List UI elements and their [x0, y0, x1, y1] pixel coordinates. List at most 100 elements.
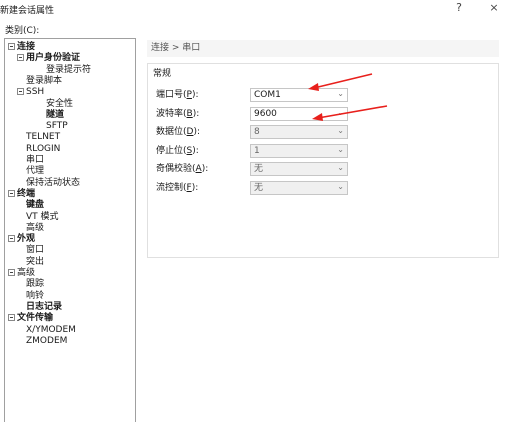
tree-item[interactable]: 窗口	[17, 244, 44, 256]
tree-item-label: 高级	[17, 268, 36, 278]
collapse-icon[interactable]	[17, 88, 24, 96]
title-bar: 新建会话属性 ? ×	[0, 0, 505, 18]
field-select: 8 ⌄	[250, 125, 348, 140]
field-select[interactable]: 9600 ⌄	[250, 106, 348, 121]
close-button[interactable]: ×	[487, 1, 501, 14]
tree-item-label: 代理	[26, 166, 45, 177]
tree-item[interactable]: 连接	[8, 41, 35, 53]
field-label-part: ):	[193, 127, 200, 138]
tree-item[interactable]: TELNET	[17, 131, 60, 143]
tree-item-label: 键盘	[26, 200, 45, 211]
chevron-down-icon: ⌄	[337, 182, 344, 191]
field-value: 1	[254, 145, 260, 156]
tree-item[interactable]: 终端	[8, 188, 35, 200]
collapse-icon[interactable]	[8, 269, 15, 276]
tree-item[interactable]: RLOGIN	[17, 143, 60, 155]
tree-item-label: 用户身份验证	[26, 53, 81, 64]
field-select: 无 ⌄	[250, 162, 348, 177]
field-value: COM1	[254, 90, 281, 100]
tree-item-label: 登录提示符	[46, 64, 92, 75]
chevron-down-icon: ⌄	[337, 89, 344, 98]
collapse-icon[interactable]	[8, 43, 15, 50]
window-title: 新建会话属性	[0, 6, 55, 16]
field-select: 无 ⌄	[250, 181, 348, 195]
tree-item[interactable]: SFTP	[37, 120, 68, 132]
tree-item-label: SSH	[26, 87, 45, 98]
tree-item[interactable]: 登录提示符	[37, 64, 91, 76]
chevron-down-icon: ⌄	[337, 144, 344, 154]
category-tree[interactable]: 连接 用户身份验证 登录提示符 登录脚本 SSH 安全性 隧道 SFTP TELNET RLOGI…	[4, 38, 136, 422]
collapse-icon[interactable]	[8, 235, 15, 243]
field-label: 数据位(D):	[156, 125, 200, 139]
tree-item[interactable]: SSH	[17, 86, 44, 98]
tree-item[interactable]: 串口	[17, 154, 44, 166]
tree-item-label: ZMODEM	[26, 335, 68, 346]
tree-item[interactable]: 日志记录	[17, 301, 62, 313]
field-label-part: 端口号(	[156, 90, 187, 100]
breadcrumb: 连接 > 串口	[147, 40, 499, 57]
field-label: 端口号(P):	[156, 88, 199, 102]
field-value: 8	[254, 127, 260, 138]
tree-item-label: RLOGIN	[26, 143, 61, 154]
field-select[interactable]: COM1 ⌄	[250, 88, 348, 102]
tree-item[interactable]: 键盘	[17, 199, 44, 211]
help-button[interactable]: ?	[452, 1, 466, 14]
tree-item-label: 响铃	[26, 290, 45, 301]
tree-item[interactable]: 代理	[17, 165, 44, 177]
tree-item[interactable]: 高级	[8, 267, 35, 279]
field-value: 无	[254, 164, 264, 175]
chevron-down-icon: ⌄	[337, 107, 344, 117]
tree-item[interactable]: VT 模式	[17, 211, 59, 223]
field-label-part: ):	[191, 90, 199, 100]
tree-item[interactable]: X/YMODEM	[17, 324, 76, 336]
tree-item[interactable]: 安全性	[37, 98, 73, 110]
tree-item[interactable]: 高级	[17, 222, 44, 234]
tree-item[interactable]: 外观	[8, 233, 35, 245]
tree-item-label: 外观	[17, 234, 36, 245]
tree-item[interactable]: 保持活动状态	[17, 177, 80, 189]
tree-item-label: TELNET	[26, 132, 61, 143]
tree-item[interactable]: 响铃	[17, 290, 44, 302]
field-label: 停止位(S):	[156, 144, 199, 158]
collapse-icon[interactable]	[8, 314, 15, 322]
tree-item[interactable]: 隧道	[37, 109, 64, 121]
field-label: 奇偶校验(A):	[156, 162, 208, 176]
field-label-part: ):	[192, 108, 200, 119]
tree-item[interactable]: ZMODEM	[17, 335, 67, 347]
tree-item[interactable]: 文件传输	[8, 312, 53, 324]
tree-item-label: 突出	[26, 256, 45, 267]
field-select: 1 ⌄	[250, 143, 348, 158]
field-label-part: ):	[192, 145, 199, 156]
field-label-part: 流控制(	[156, 183, 187, 193]
field-label: 流控制(F):	[156, 181, 198, 195]
chevron-down-icon: ⌄	[337, 126, 344, 136]
tree-item-label: 串口	[26, 155, 45, 165]
field-label-part: 波特率(	[156, 108, 187, 119]
category-label: 类别(C):	[5, 26, 40, 36]
tree-item[interactable]: 用户身份验证	[17, 52, 80, 64]
tree-item-label: 高级	[26, 222, 45, 233]
field-label-part: ):	[201, 164, 209, 175]
field-label-part: 奇偶校验(	[156, 164, 196, 175]
chevron-down-icon: ⌄	[337, 163, 344, 173]
group-label: 常规	[153, 69, 172, 79]
general-group: 常规 端口号(P): COM1 ⌄ 波特率(B): 9600 ⌄ 数据位(D): 8 ⌄ 停止位(…	[147, 63, 499, 258]
settings-panel: 连接 > 串口 常规 端口号(P): COM1 ⌄ 波特率(B): 9600 ⌄ 数据位(D…	[143, 38, 505, 422]
field-value: 9600	[254, 108, 277, 119]
tree-item[interactable]: 跟踪	[17, 278, 44, 290]
tree-item-label: 文件传输	[17, 313, 54, 324]
field-label-part: ):	[191, 183, 199, 193]
tree-item-label: 保持活动状态	[26, 177, 81, 188]
tree-item-label: 连接	[17, 42, 36, 52]
tree-item-label: 终端	[17, 188, 36, 199]
tree-item[interactable]: 突出	[17, 256, 44, 268]
collapse-icon[interactable]	[8, 189, 15, 197]
tree-item-label: 窗口	[26, 245, 45, 256]
field-value: 无	[254, 183, 264, 193]
collapse-icon[interactable]	[17, 54, 24, 62]
tree-item-label: 隧道	[46, 109, 65, 120]
tree-item[interactable]: 登录脚本	[17, 75, 62, 87]
field-label-part: 停止位(	[156, 145, 187, 156]
tree-item-label: VT 模式	[26, 211, 59, 222]
tree-item-label: X/YMODEM	[26, 324, 76, 335]
